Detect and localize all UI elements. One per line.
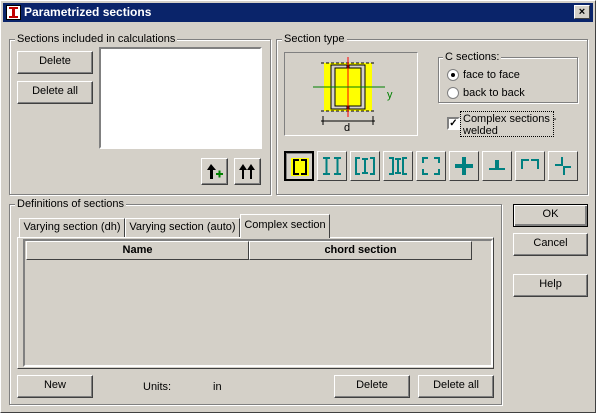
dimension-d-label: d — [344, 122, 351, 134]
section-type-legend: Section type — [282, 33, 347, 45]
section-preview — [284, 52, 418, 136]
section-type-angle-pair-button[interactable] — [515, 151, 545, 181]
double-i-icon — [323, 157, 341, 175]
delete-all-sections-button[interactable]: Delete all — [17, 81, 93, 104]
angle-pair-icon — [521, 159, 539, 169]
c-open-pair-icon — [422, 157, 440, 175]
back-to-back-radio[interactable] — [447, 87, 459, 99]
tab-varying-section-dh[interactable]: Varying section (dh) — [19, 218, 125, 237]
section-type-c-face-to-face-button[interactable] — [284, 151, 314, 181]
delete-section-button[interactable]: Delete — [17, 51, 93, 74]
units-label: Units: — [143, 381, 172, 393]
delete-all-definitions-button[interactable]: Delete all — [418, 375, 494, 398]
delete-definition-label: Delete — [356, 379, 388, 391]
face-to-face-label: face to face — [463, 69, 520, 81]
section-type-channel-i-channel-button[interactable] — [383, 151, 413, 181]
tab-varying-section-auto[interactable]: Varying section (auto) — [125, 218, 240, 237]
section-type-double-i-button[interactable] — [317, 151, 347, 181]
tab-complex-section[interactable]: Complex section — [240, 214, 330, 238]
title-bar: Parametrized sections × — [3, 3, 593, 22]
help-button[interactable]: Help — [513, 274, 588, 297]
back-to-back-label: back to back — [463, 87, 525, 99]
cancel-label: Cancel — [533, 237, 568, 249]
section-type-c-open-pair-button[interactable] — [416, 151, 446, 181]
arrow-up-plus-icon — [207, 164, 223, 179]
cross-angles-icon — [455, 157, 473, 175]
tab-complex-section-label: Complex section — [244, 219, 326, 231]
ok-button[interactable]: OK — [513, 204, 588, 227]
channel-i-channel-icon — [389, 157, 407, 175]
delete-all-sections-label: Delete all — [32, 85, 78, 97]
close-button[interactable]: × — [574, 5, 590, 19]
section-type-i-in-channels-button[interactable] — [350, 151, 380, 181]
complex-welded-focus: Complex sections - welded — [460, 111, 557, 137]
section-type-tee-angles-button[interactable] — [482, 151, 512, 181]
delete-section-label: Delete — [39, 55, 71, 67]
add-section-button[interactable] — [201, 158, 228, 185]
complex-welded-label-line1: Complex sections - — [463, 113, 557, 125]
tab-varying-section-auto-label: Varying section (auto) — [129, 221, 236, 233]
complex-section-table[interactable]: Name chord section — [23, 239, 493, 367]
add-all-sections-button[interactable] — [234, 158, 261, 185]
delete-all-definitions-label: Delete all — [433, 379, 479, 391]
i-in-channels-icon — [355, 157, 375, 175]
ok-label: OK — [542, 208, 559, 220]
complex-welded-label-line2: welded — [463, 125, 498, 137]
app-icon — [6, 5, 21, 20]
cancel-button[interactable]: Cancel — [513, 233, 588, 256]
dialog-window: Parametrized sections × Sections include… — [0, 0, 596, 413]
section-type-offset-angles-button[interactable] — [548, 151, 578, 181]
new-definition-button[interactable]: New — [17, 375, 93, 398]
offset-angles-icon — [555, 157, 571, 175]
column-header-name[interactable]: Name — [26, 241, 249, 260]
definitions-legend: Definitions of sections — [15, 198, 126, 210]
sections-included-list[interactable] — [99, 47, 262, 149]
c-face-to-face-icon — [291, 158, 309, 176]
tee-angles-icon — [489, 160, 505, 170]
c-section-preview-icon — [313, 57, 385, 125]
double-arrow-up-icon — [239, 164, 255, 179]
units-value: in — [213, 381, 222, 393]
window-title: Parametrized sections — [24, 5, 152, 19]
tab-varying-section-dh-label: Varying section (dh) — [23, 221, 121, 233]
c-sections-legend: C sections: — [443, 51, 502, 63]
new-definition-label: New — [43, 379, 66, 391]
column-header-chord-section[interactable]: chord section — [249, 241, 472, 260]
face-to-face-radio[interactable] — [447, 69, 459, 81]
help-label: Help — [539, 278, 562, 290]
complex-welded-checkbox[interactable]: ✓ — [447, 117, 460, 130]
section-type-cross-angles-button[interactable] — [449, 151, 479, 181]
y-axis-label: y — [387, 89, 393, 101]
sections-included-legend: Sections included in calculations — [15, 33, 178, 45]
delete-definition-button[interactable]: Delete — [334, 375, 410, 398]
